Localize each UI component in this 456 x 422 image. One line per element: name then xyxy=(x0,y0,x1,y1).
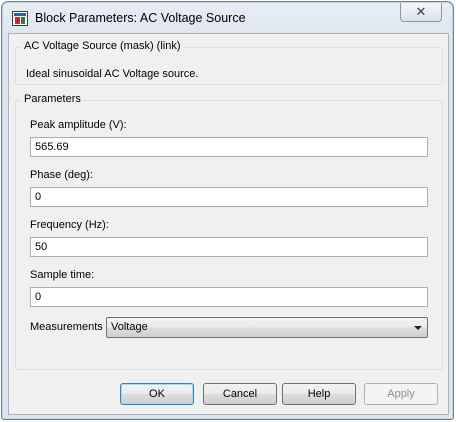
measurements-label: Measurements xyxy=(30,321,103,333)
parameters-legend: Parameters xyxy=(21,93,84,105)
close-icon[interactable]: ✕ xyxy=(400,3,442,22)
peak-amplitude-input[interactable]: 565.69 xyxy=(30,137,428,157)
peak-amplitude-label: Peak amplitude (V): xyxy=(30,119,127,131)
dialog-client-area: AC Voltage Source (mask) (link) Ideal si… xyxy=(8,33,449,415)
window-title: Block Parameters: AC Voltage Source xyxy=(35,11,246,25)
sample-time-input[interactable]: 0 xyxy=(30,287,428,307)
measurements-select[interactable]: Voltage xyxy=(106,317,428,338)
dialog-window: Block Parameters: AC Voltage Source ✕ AC… xyxy=(1,1,454,420)
phase-label: Phase (deg): xyxy=(30,169,93,181)
ok-button[interactable]: OK xyxy=(120,383,194,405)
parameters-group: Parameters Peak amplitude (V): 565.69 Ph… xyxy=(15,93,443,370)
title-bar[interactable]: Block Parameters: AC Voltage Source ✕ xyxy=(2,2,453,33)
apply-button[interactable]: Apply xyxy=(364,383,438,405)
simulink-block-icon xyxy=(12,11,28,26)
mask-group-legend: AC Voltage Source (mask) (link) xyxy=(21,40,184,52)
chevron-down-icon[interactable] xyxy=(414,326,422,330)
sample-time-label: Sample time: xyxy=(30,269,95,281)
phase-input[interactable]: 0 xyxy=(30,187,428,207)
help-button[interactable]: Help xyxy=(282,383,356,405)
cancel-button[interactable]: Cancel xyxy=(203,383,277,405)
measurements-selected-value: Voltage xyxy=(111,321,148,333)
frequency-input[interactable]: 50 xyxy=(30,237,428,257)
block-description: Ideal sinusoidal AC Voltage source. xyxy=(26,68,199,80)
mask-info-group: AC Voltage Source (mask) (link) Ideal si… xyxy=(15,40,443,85)
frequency-label: Frequency (Hz): xyxy=(30,219,109,231)
